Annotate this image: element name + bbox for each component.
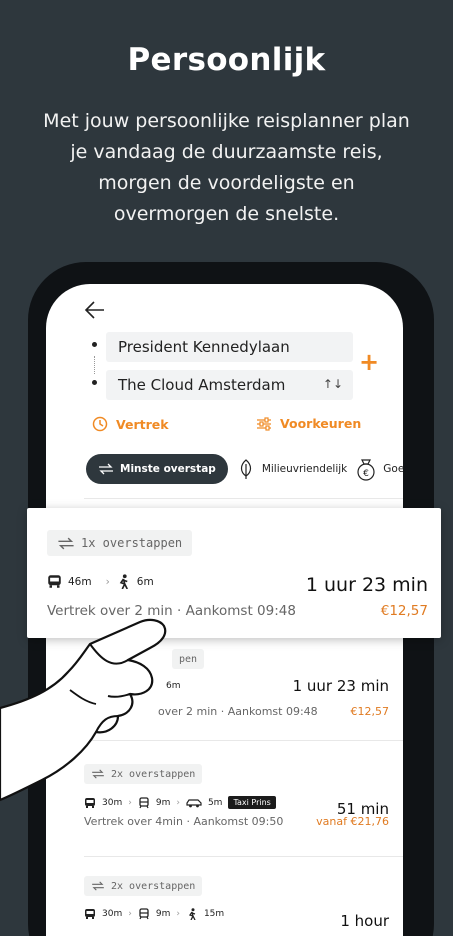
filter-chip-eco[interactable]: Milieuvriendelijk [236,458,347,480]
clock-icon [92,416,108,432]
taxi-badge: Taxi Prins [228,796,276,809]
trip-duration: 1 hour [340,912,389,930]
to-value: The Cloud Amsterdam [118,376,286,394]
leg-duration: 6m [136,575,154,588]
to-field[interactable]: The Cloud Amsterdam ↑↓ [106,370,353,400]
transfers-tag: 1x overstappen [47,530,193,556]
add-stop-button[interactable]: + [359,348,379,376]
hero-subtitle: Met jouw persoonlijke reisplanner plan j… [43,110,410,225]
chevron-right-icon: › [176,909,180,919]
route-connector [94,356,95,374]
departure-label: Vertrek [116,416,169,432]
from-field[interactable]: President Kennedylaan [106,332,353,362]
departure-button[interactable]: Vertrek [92,416,169,432]
transfer-arrows-icon [58,537,74,549]
chevron-right-icon: › [128,909,132,919]
bus-icon [48,575,61,588]
tram-icon [139,908,149,920]
walking-icon [119,574,128,589]
sliders-icon [257,416,271,431]
leg-duration: 5m [207,797,223,808]
preferences-label: Voorkeuren [280,416,362,431]
transfers-label: 2x overstappen [111,880,196,892]
leg-duration: 30m [102,909,123,919]
filter-chip-cheap[interactable]: € Goedk [355,457,403,481]
svg-text:€: € [363,469,369,479]
trip-duration: 51 min [336,800,389,818]
transfers-label: 1x overstappen [81,536,183,550]
transfer-arrows-icon [99,463,113,475]
origin-dot-icon [92,342,97,347]
leaf-icon [240,459,251,479]
back-arrow-icon[interactable] [84,300,106,320]
chevron-right-icon: › [105,575,110,588]
hero-title: Persoonlijk [127,42,326,78]
preferences-button[interactable]: Voorkeuren [256,416,361,431]
filter-chips: Minste overstap Milieuvriendelijk € Goed… [86,454,403,484]
transfers-tag: 2x overstappen [84,876,203,896]
result-item[interactable]: 2x overstappen 30m › 9m › 15m 1 hour [84,876,389,930]
trip-duration: 1 uur 23 min [292,677,389,695]
leg-duration: 9m [155,909,171,919]
swap-icon[interactable]: ↑↓ [323,377,343,391]
filter-chip-least-transfers[interactable]: Minste overstap [86,454,228,484]
filter-chip-label: Milieuvriendelijk [261,463,348,475]
leg-duration: 15m [203,909,225,919]
trip-price: €12,57 [350,705,390,718]
transfer-arrows-icon [92,881,104,891]
walking-icon [188,908,196,920]
from-value: President Kennedylaan [118,338,290,356]
pointing-hand-illustration [0,618,167,802]
trip-legs: 46m › 6m [47,574,154,589]
divider [84,856,403,857]
destination-dot-icon [92,380,97,385]
filter-chip-label: Goedk [383,463,403,475]
bus-icon [85,909,95,919]
leg-duration: 46m [68,575,92,588]
trip-duration: 1 uur 23 min [305,574,428,596]
filter-chip-label: Minste overstap [120,463,216,475]
trip-price: €12,57 [380,603,428,619]
money-bag-icon: € [357,459,375,481]
divider [84,498,403,499]
